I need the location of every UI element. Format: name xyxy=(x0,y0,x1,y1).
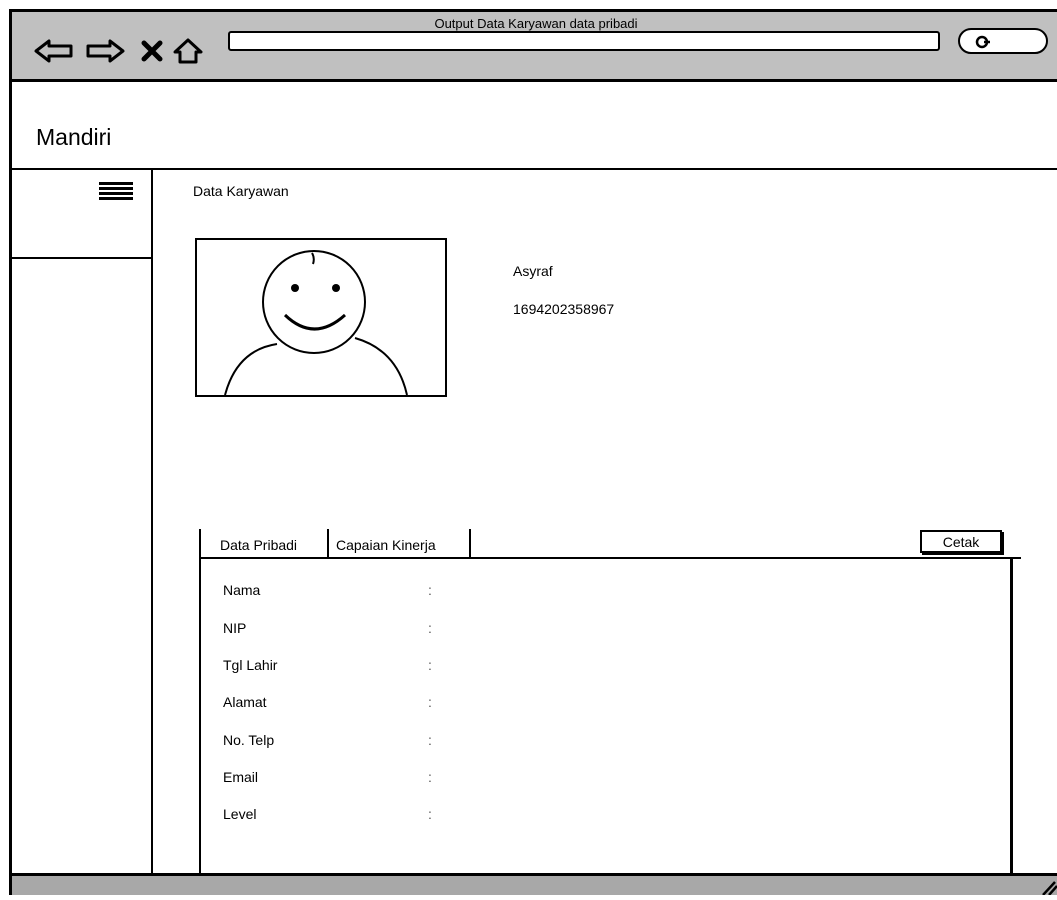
field-separator: : xyxy=(428,657,432,673)
window-title: Output Data Karyawan data pribadi xyxy=(434,16,638,31)
field-separator: : xyxy=(428,582,432,598)
panel-border-left xyxy=(199,557,201,875)
field-label-nama: Nama xyxy=(223,582,261,598)
field-label-tgl-lahir: Tgl Lahir xyxy=(223,657,278,673)
home-icon[interactable] xyxy=(172,37,204,70)
field-separator: : xyxy=(428,769,432,785)
avatar-icon xyxy=(224,250,408,396)
field-label-email: Email xyxy=(223,769,259,785)
print-button[interactable]: Cetak xyxy=(920,530,1002,553)
tab-data-pribadi[interactable]: Data Pribadi xyxy=(199,529,329,559)
browser-window xyxy=(9,9,1057,895)
close-icon[interactable] xyxy=(140,37,164,70)
header-divider xyxy=(9,168,1057,170)
search-icon xyxy=(975,35,990,49)
tab-capaian-kinerja[interactable]: Capaian Kinerja xyxy=(329,529,471,559)
sidebar-divider xyxy=(9,257,152,259)
field-label-level: Level xyxy=(223,806,257,822)
field-label-no-telp: No. Telp xyxy=(223,732,275,748)
resize-grip-icon[interactable] xyxy=(1035,876,1057,896)
search-button[interactable] xyxy=(958,28,1048,54)
field-label-nip: NIP xyxy=(223,620,247,636)
field-separator: : xyxy=(428,620,432,636)
brand-name: Mandiri xyxy=(36,124,112,150)
page-title: Data Karyawan xyxy=(193,183,289,199)
status-bar xyxy=(9,873,1057,895)
employee-id: 1694202358967 xyxy=(513,301,615,317)
sidebar-border xyxy=(151,170,153,875)
field-separator: : xyxy=(428,806,432,822)
panel-border-right xyxy=(1010,557,1013,875)
employee-name: Asyraf xyxy=(513,263,553,279)
employee-photo xyxy=(195,238,447,397)
back-arrow-icon[interactable] xyxy=(33,37,75,70)
field-separator: : xyxy=(428,694,432,710)
address-bar[interactable] xyxy=(228,31,940,51)
hamburger-menu-icon[interactable] xyxy=(99,181,133,201)
field-label-alamat: Alamat xyxy=(223,694,267,710)
field-separator: : xyxy=(428,732,432,748)
forward-arrow-icon[interactable] xyxy=(84,37,126,70)
panel-border-top xyxy=(199,557,1021,559)
